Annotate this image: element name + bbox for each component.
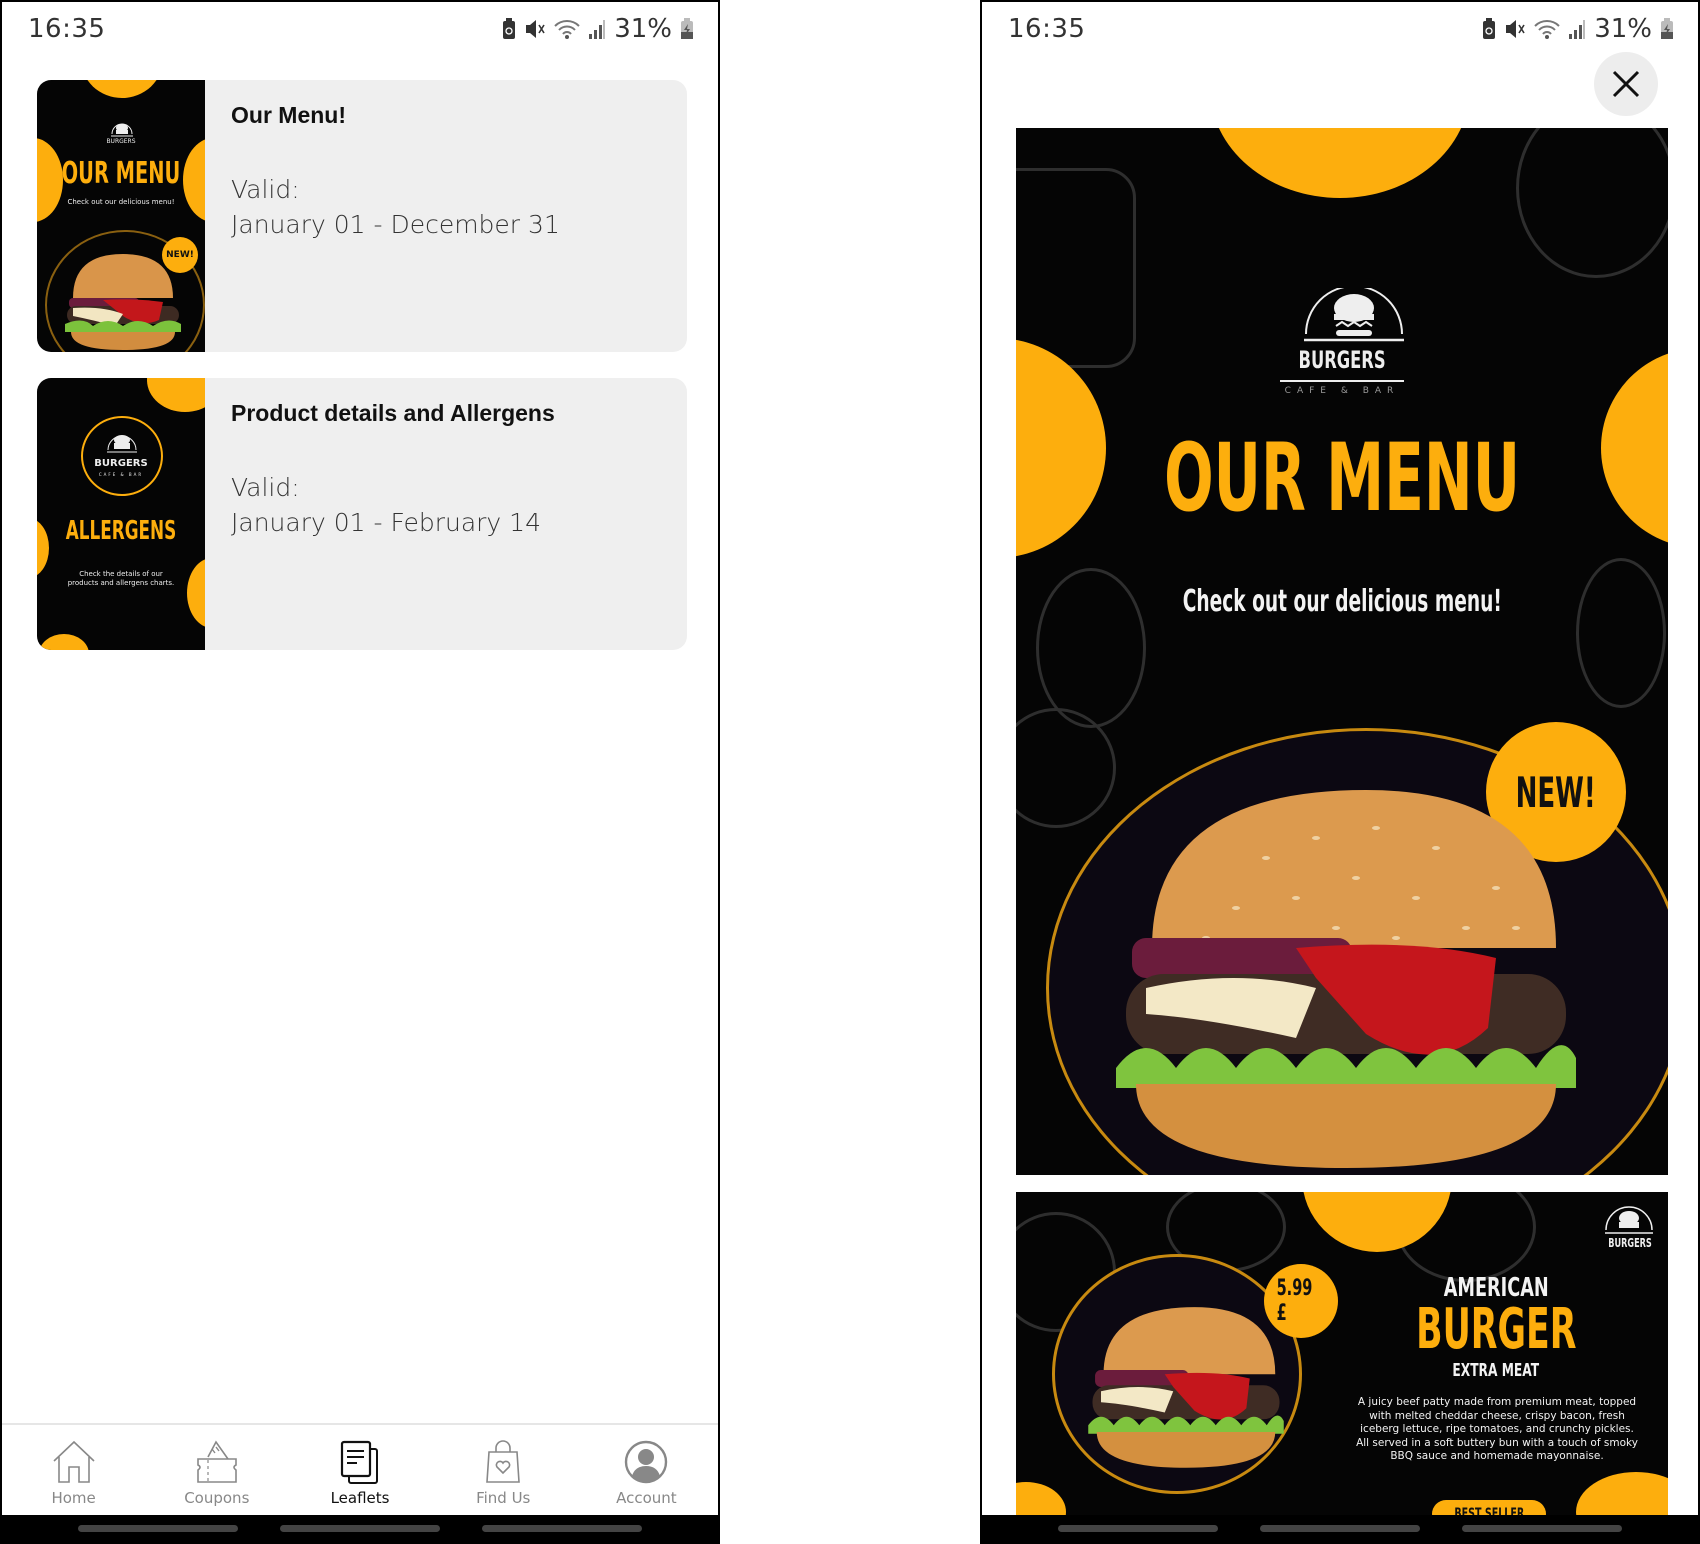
mute-icon (1506, 20, 1525, 38)
coupon-icon (196, 1440, 237, 1483)
thumbnail-brand-sub: CAFE & BAR (98, 472, 144, 477)
home-icon (53, 1440, 95, 1483)
close-icon (1612, 70, 1640, 98)
thumbnail-subline: Check out our delicious menu! (67, 198, 175, 206)
product-description: A juicy beef patty made from premium mea… (1356, 1396, 1638, 1462)
leaflets-list-screen: 16:35 31% BURGERS OUR MENU Check out our… (0, 0, 720, 1544)
leaflet-validity: Valid: January 01 - December 31 (231, 172, 560, 242)
thumbnail-brand: BURGERS (106, 138, 136, 145)
burger-image (1116, 790, 1576, 1168)
bottom-navigation: Home Coupons Leaflets Find Us Account (2, 1423, 718, 1519)
valid-range: January 01 - December 31 (231, 210, 560, 239)
nav-label: Coupons (184, 1489, 250, 1507)
system-nav-recents[interactable] (78, 1525, 238, 1532)
burger-logo-icon (107, 435, 137, 453)
leaflet-icon (340, 1440, 378, 1484)
system-nav-home[interactable] (280, 1525, 440, 1532)
mute-icon (526, 20, 545, 38)
status-icons: 31% (1482, 14, 1674, 44)
thumbnail-brand: BURGERS (94, 458, 148, 469)
leaflet-headline: OUR MENU (1164, 424, 1520, 533)
valid-label: Valid: (231, 175, 300, 204)
leaflet-subline: Check out our delicious menu! (1182, 584, 1502, 619)
battery-charging-icon (1661, 18, 1673, 39)
signal-icon (1569, 20, 1586, 39)
leaflet-page-2[interactable]: BURGERS 5.99 £ AMERICAN BURGER EXTRA MEA… (1016, 1192, 1668, 1522)
leaflet-card-allergens[interactable]: BURGERS CAFE & BAR ALLERGENS Check the d… (37, 378, 687, 650)
leaflet-viewer-screen: 16:35 31% BURGERS CAFE & BAR OUR MENU Ch… (980, 0, 1700, 1544)
wifi-icon (554, 20, 580, 39)
battery-percent: 31% (1594, 14, 1652, 44)
battery-saver-icon (1483, 18, 1496, 39)
close-button[interactable] (1594, 52, 1658, 116)
wifi-icon (1534, 20, 1560, 39)
system-navigation-bar (2, 1515, 718, 1542)
leaflet-card-our-menu[interactable]: BURGERS OUR MENU Check out our delicious… (37, 80, 687, 352)
nav-item-home[interactable]: Home (2, 1425, 145, 1519)
signal-icon (589, 20, 606, 39)
system-nav-home[interactable] (1260, 1525, 1420, 1532)
leaflet-brand-sub: CAFE & BAR (1284, 386, 1400, 396)
nav-label: Home (51, 1489, 96, 1507)
product-sub: EXTRA MEAT (1452, 1360, 1540, 1381)
burger-image (1088, 1307, 1284, 1468)
leaflet-validity: Valid: January 01 - February 14 (231, 470, 541, 540)
leaflet-title: Product details and Allergens (231, 400, 555, 426)
burger-logo-icon (1605, 1206, 1653, 1234)
system-navigation-bar (982, 1515, 1698, 1542)
leaflet-thumbnail-our-menu: BURGERS OUR MENU Check out our delicious… (37, 80, 205, 352)
thumbnail-headline: ALLERGENS (65, 516, 177, 546)
nav-item-find-us[interactable]: Find Us (432, 1425, 575, 1519)
thumbnail-subline: Check the details of our products and al… (67, 570, 175, 587)
leaflet-brand: BURGERS (1608, 1236, 1652, 1250)
battery-saver-icon (503, 18, 516, 39)
leaflet-page-1[interactable]: BURGERS CAFE & BAR OUR MENU Check out ou… (1016, 128, 1668, 1175)
battery-charging-icon (681, 18, 693, 39)
nav-item-coupons[interactable]: Coupons (145, 1425, 288, 1519)
nav-item-leaflets[interactable]: Leaflets (288, 1425, 431, 1519)
valid-range: January 01 - February 14 (231, 508, 541, 537)
system-nav-back[interactable] (1462, 1525, 1622, 1532)
burger-logo-icon (1304, 288, 1404, 342)
leaflet-title: Our Menu! (231, 102, 346, 128)
status-bar: 16:35 31% (2, 2, 718, 54)
system-nav-recents[interactable] (1058, 1525, 1218, 1532)
nav-label: Find Us (476, 1489, 531, 1507)
product-headline: BURGER (1415, 1297, 1577, 1362)
shopping-bag-heart-icon (486, 1440, 521, 1483)
status-icons: 31% (502, 14, 694, 44)
nav-label: Account (616, 1489, 677, 1507)
system-nav-back[interactable] (482, 1525, 642, 1532)
status-time: 16:35 (1008, 14, 1086, 44)
battery-percent: 31% (614, 14, 672, 44)
burger-image (65, 254, 181, 350)
leaflet-thumbnail-allergens: BURGERS CAFE & BAR ALLERGENS Check the d… (37, 378, 205, 650)
thumbnail-headline: OUR MENU (61, 156, 181, 191)
account-icon (625, 1440, 668, 1484)
valid-label: Valid: (231, 473, 300, 502)
status-bar: 16:35 31% (982, 2, 1698, 54)
leaflet-brand: BURGERS (1298, 346, 1386, 374)
nav-label: Leaflets (330, 1489, 390, 1507)
nav-item-account[interactable]: Account (575, 1425, 718, 1519)
status-time: 16:35 (28, 14, 106, 44)
